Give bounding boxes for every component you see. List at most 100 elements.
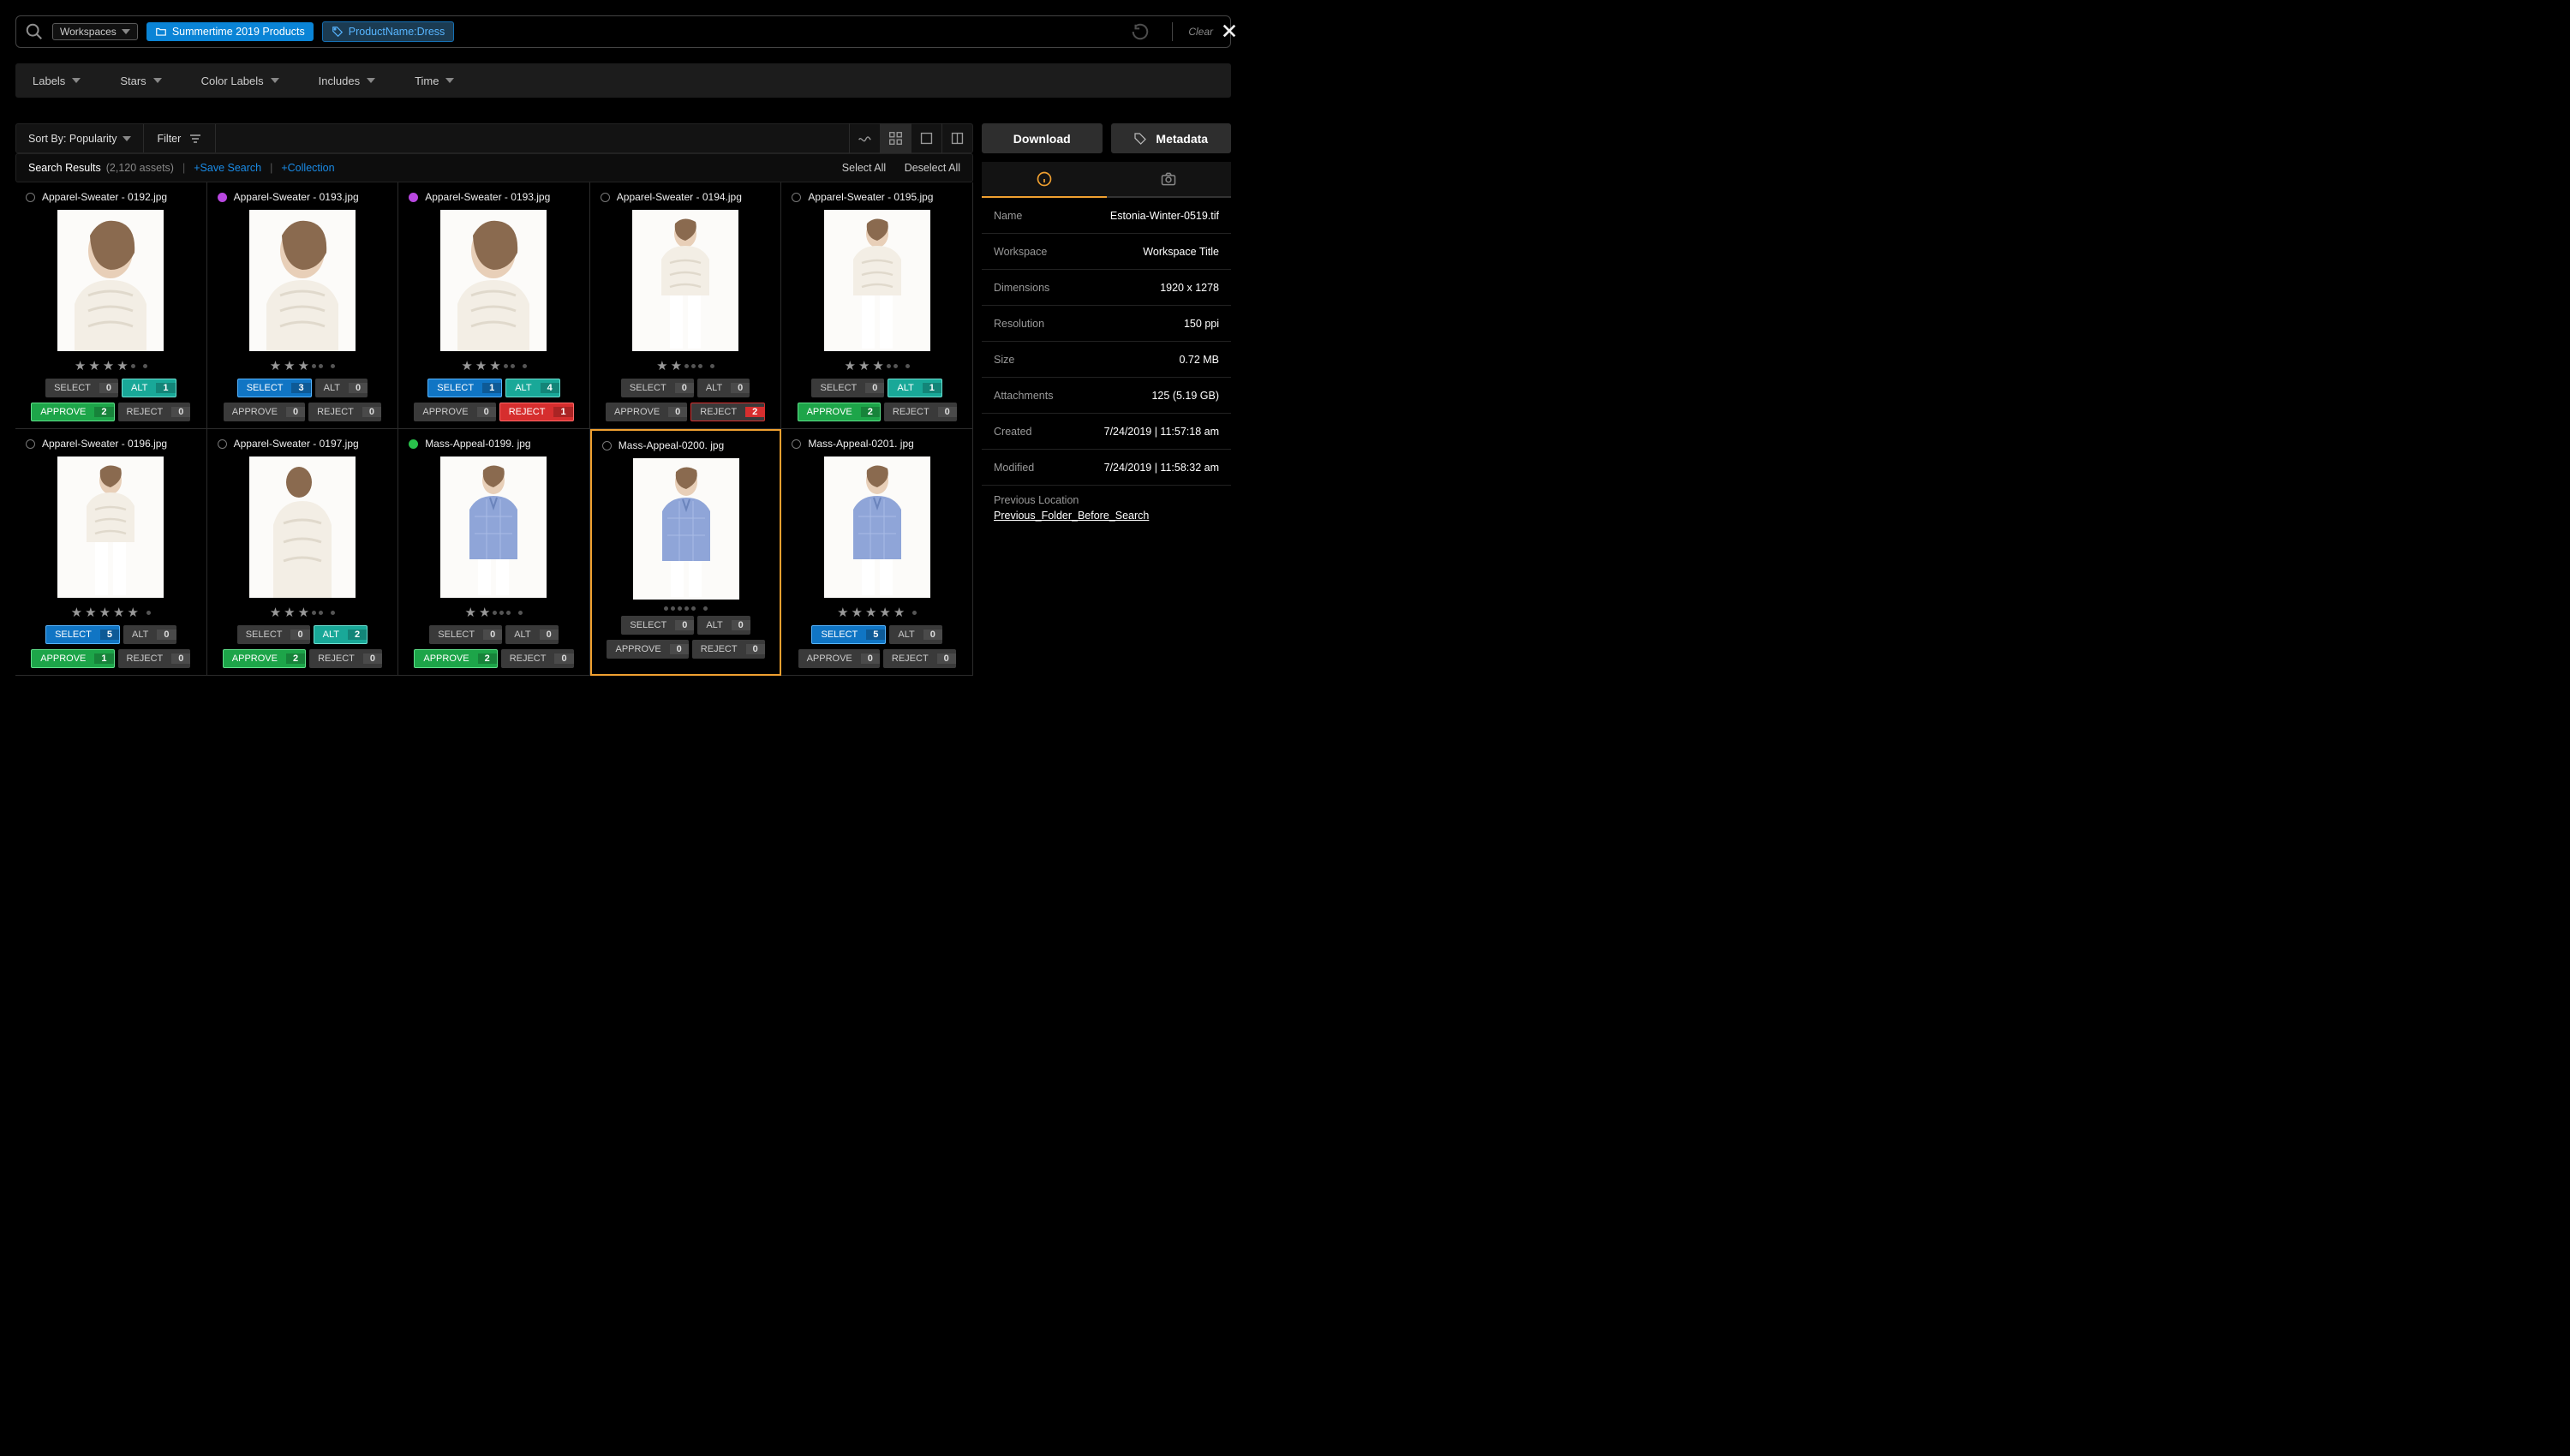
asset-card[interactable]: Mass-Appeal-0199. jpg ★★ SELECT0 ALT0 AP… (398, 429, 590, 676)
color-label-dot[interactable] (601, 193, 610, 202)
color-label-dot[interactable] (218, 193, 227, 202)
rating-extra-dot[interactable] (710, 364, 714, 368)
rating-star[interactable]: ★ (837, 605, 848, 620)
rating-dot[interactable] (511, 364, 515, 368)
rating-star[interactable]: ★ (127, 605, 138, 620)
rating-dot[interactable] (887, 364, 891, 368)
approve-button[interactable]: APPROVE0 (606, 403, 687, 421)
alt-button[interactable]: ALT0 (697, 616, 750, 635)
asset-thumbnail[interactable] (632, 210, 738, 351)
reject-button[interactable]: REJECT0 (884, 403, 957, 421)
color-label-dot[interactable] (26, 439, 35, 449)
panel-tab-info[interactable] (982, 162, 1107, 198)
filter-button[interactable]: Filter (144, 124, 217, 152)
alt-button[interactable]: ALT0 (505, 625, 558, 644)
asset-thumbnail[interactable] (57, 210, 164, 351)
rating-extra-dot[interactable] (523, 364, 527, 368)
rating-extra-dot[interactable] (905, 364, 910, 368)
deselect-all-link[interactable]: Deselect All (905, 162, 960, 174)
download-button[interactable]: Download (982, 123, 1103, 153)
reject-button[interactable]: REJECT0 (501, 649, 574, 668)
select-button[interactable]: SELECT5 (811, 625, 886, 644)
rating-dot[interactable] (131, 364, 135, 368)
alt-button[interactable]: ALT0 (315, 379, 368, 397)
rating-star[interactable]: ★ (88, 358, 99, 373)
select-button[interactable]: SELECT0 (811, 379, 884, 397)
rating-star[interactable]: ★ (461, 358, 472, 373)
reject-button[interactable]: REJECT0 (309, 649, 382, 668)
reject-button[interactable]: REJECT1 (499, 403, 574, 421)
save-search-link[interactable]: +Save Search (194, 162, 261, 174)
asset-thumbnail[interactable] (633, 458, 739, 600)
rating-extra-dot[interactable] (703, 606, 708, 611)
rating-star[interactable]: ★ (656, 358, 667, 373)
reject-button[interactable]: REJECT2 (690, 403, 765, 421)
asset-thumbnail[interactable] (249, 210, 356, 351)
asset-thumbnail[interactable] (440, 210, 547, 351)
approve-button[interactable]: APPROVE0 (607, 640, 688, 659)
rating-star[interactable]: ★ (475, 358, 487, 373)
alt-button[interactable]: ALT0 (697, 379, 750, 397)
rating-star[interactable]: ★ (284, 358, 295, 373)
asset-card[interactable]: Apparel-Sweater - 0195.jpg ★★★ SELECT0 A… (781, 182, 973, 429)
asset-card[interactable]: Apparel-Sweater - 0196.jpg ★★★★★ SELECT5… (15, 429, 207, 676)
rating-star[interactable]: ★ (298, 358, 309, 373)
add-collection-link[interactable]: +Collection (281, 162, 334, 174)
close-button[interactable] (1217, 19, 1241, 43)
rating-dot[interactable] (312, 611, 316, 615)
rating-star[interactable]: ★ (489, 358, 500, 373)
filter-stars[interactable]: Stars (120, 75, 161, 87)
view-single[interactable] (911, 123, 941, 153)
rating-star[interactable]: ★ (75, 358, 86, 373)
asset-thumbnail[interactable] (440, 456, 547, 598)
approve-button[interactable]: APPROVE2 (223, 649, 306, 668)
reject-button[interactable]: REJECT0 (118, 649, 191, 668)
color-label-dot[interactable] (602, 441, 612, 451)
rating-dot[interactable] (684, 364, 689, 368)
approve-button[interactable]: APPROVE2 (31, 403, 114, 421)
alt-button[interactable]: ALT4 (505, 379, 559, 397)
rating-dot[interactable] (312, 364, 316, 368)
filter-includes[interactable]: Includes (319, 75, 375, 87)
filter-time[interactable]: Time (415, 75, 454, 87)
filter-labels[interactable]: Labels (33, 75, 81, 87)
approve-button[interactable]: APPROVE1 (31, 649, 114, 668)
select-button[interactable]: SELECT0 (621, 379, 694, 397)
rating-dot[interactable] (894, 364, 898, 368)
view-grid[interactable] (880, 123, 911, 153)
rating-star[interactable]: ★ (894, 605, 905, 620)
asset-card[interactable]: Apparel-Sweater - 0194.jpg ★★ SELECT0 AL… (590, 182, 782, 429)
rating-star[interactable]: ★ (465, 605, 476, 620)
sort-by-dropdown[interactable]: Sort By: Popularity (16, 124, 144, 152)
rating-star[interactable]: ★ (270, 358, 281, 373)
rating-extra-dot[interactable] (912, 611, 917, 615)
rating-star[interactable]: ★ (879, 605, 890, 620)
filter-chip-productname[interactable]: ProductName:Dress (322, 21, 455, 42)
rating-star[interactable]: ★ (479, 605, 490, 620)
filter-chip-collection[interactable]: Summertime 2019 Products (146, 22, 314, 41)
approve-button[interactable]: APPROVE0 (224, 403, 305, 421)
rating-star[interactable]: ★ (99, 605, 111, 620)
search-icon[interactable] (25, 22, 44, 41)
alt-button[interactable]: ALT1 (122, 379, 176, 397)
select-button[interactable]: SELECT0 (237, 625, 310, 644)
metadata-button[interactable]: Metadata (1111, 123, 1232, 153)
view-wave[interactable] (849, 123, 880, 153)
select-button[interactable]: SELECT3 (237, 379, 312, 397)
rating-star[interactable]: ★ (872, 358, 883, 373)
asset-thumbnail[interactable] (249, 456, 356, 598)
alt-button[interactable]: ALT0 (123, 625, 176, 644)
select-button[interactable]: SELECT1 (427, 379, 502, 397)
select-button[interactable]: SELECT0 (621, 616, 694, 635)
select-all-link[interactable]: Select All (842, 162, 886, 174)
rating-dot[interactable] (678, 606, 682, 611)
rating-star[interactable]: ★ (270, 605, 281, 620)
rating-star[interactable]: ★ (671, 358, 682, 373)
rating-dot[interactable] (319, 364, 323, 368)
rating-dot[interactable] (691, 364, 696, 368)
asset-card[interactable]: Mass-Appeal-0201. jpg ★★★★★ SELECT5 ALT0… (781, 429, 973, 676)
alt-button[interactable]: ALT0 (889, 625, 941, 644)
select-button[interactable]: SELECT0 (45, 379, 118, 397)
rating-extra-dot[interactable] (331, 364, 335, 368)
rating-dot[interactable] (319, 611, 323, 615)
